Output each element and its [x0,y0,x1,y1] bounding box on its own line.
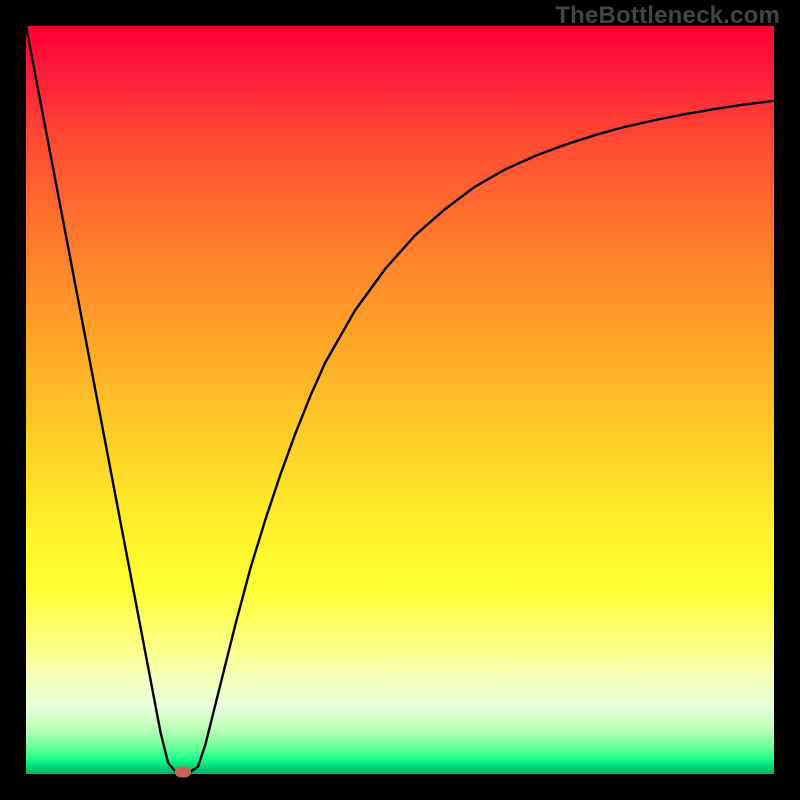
bottleneck-curve [26,26,774,774]
plot-area [26,26,774,774]
chart-frame: TheBottleneck.com [0,0,800,800]
optimal-point-marker [175,766,191,777]
watermark-label: TheBottleneck.com [555,2,780,30]
